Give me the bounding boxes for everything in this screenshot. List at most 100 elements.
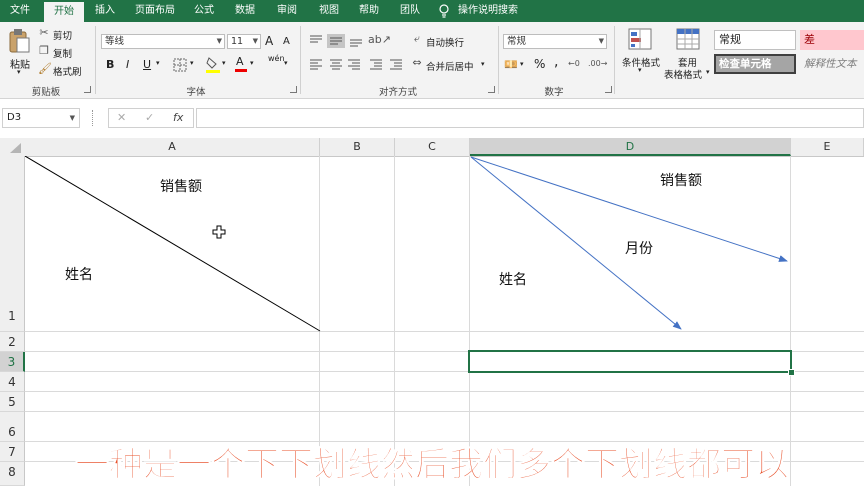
tab-page-layout[interactable]: 页面布局: [130, 0, 180, 22]
row-header-2[interactable]: 2: [0, 332, 25, 352]
tab-formulas[interactable]: 公式: [188, 0, 220, 22]
insert-function-icon[interactable]: fx: [173, 111, 183, 124]
number-launcher-icon[interactable]: [605, 86, 612, 93]
phonetic-button[interactable]: wén: [268, 54, 285, 63]
font-color-dropdown-icon[interactable]: ▾: [250, 59, 254, 67]
gridline: [25, 441, 864, 442]
ribbon-tab-bar: 文件 开始 插入 页面布局 公式 数据 审阅 视图 帮助 团队 操作说明搜索: [0, 0, 864, 22]
borders-icon[interactable]: [173, 58, 187, 72]
conditional-formatting-icon[interactable]: [628, 28, 654, 52]
name-box[interactable]: D3 ▼: [2, 108, 80, 128]
cell-d1-name-label: 姓名: [499, 272, 527, 288]
italic-button[interactable]: I: [126, 58, 129, 71]
tab-data[interactable]: 数据: [228, 0, 262, 22]
increase-decimal-icon[interactable]: ←0: [568, 59, 580, 68]
format-painter-button[interactable]: 格式刷: [53, 64, 82, 78]
fill-color-dropdown-icon[interactable]: ▾: [222, 59, 226, 67]
cell-d1-sales-label: 销售额: [660, 173, 702, 189]
paste-dropdown-icon[interactable]: ▾: [17, 68, 21, 76]
tab-team[interactable]: 团队: [393, 0, 427, 22]
orientation-icon[interactable]: ab↗: [368, 33, 391, 46]
alignment-group-label: 对齐方式: [378, 87, 417, 98]
underline-dropdown-icon[interactable]: ▾: [156, 59, 160, 67]
select-all-icon[interactable]: [8, 142, 22, 154]
bold-button[interactable]: B: [106, 58, 114, 71]
tab-file[interactable]: 文件: [4, 0, 36, 22]
copy-icon: ❐: [39, 44, 49, 57]
chevron-down-icon: ▼: [216, 37, 222, 45]
tab-review[interactable]: 审阅: [270, 0, 304, 22]
ribbon: 粘贴 ▾ ✂ 剪切 ❐ 复制 🖌 格式刷 剪贴板 等线 ▼ 11 ▼ A A B I…: [0, 22, 864, 99]
style-explanatory[interactable]: 解释性文本: [804, 55, 864, 73]
cell-d1-month-label: 月份: [625, 241, 653, 257]
tab-insert[interactable]: 插入: [88, 0, 122, 22]
video-subtitle: 一种是一个下下划线然后我们多个下划线都可以: [75, 445, 790, 486]
enter-icon[interactable]: ✓: [145, 111, 154, 124]
horizontal-align-icons[interactable]: [308, 58, 408, 72]
formula-buttons: ✕ ✓ fx: [108, 108, 194, 128]
format-as-table-icon[interactable]: [676, 28, 702, 52]
tab-home[interactable]: 开始: [44, 2, 84, 22]
clipboard-launcher-icon[interactable]: [84, 86, 91, 93]
table-format-dropdown-icon[interactable]: ▾: [706, 68, 710, 76]
font-name-select[interactable]: 等线 ▼: [101, 34, 225, 49]
column-header-c[interactable]: C: [395, 138, 470, 156]
selected-cell-d3[interactable]: [468, 350, 792, 373]
font-launcher-icon[interactable]: [290, 86, 297, 93]
style-bad[interactable]: 差: [800, 30, 864, 50]
font-name-value: 等线: [105, 36, 125, 47]
row-header-6[interactable]: 6: [0, 412, 25, 442]
row-header-5[interactable]: 5: [0, 392, 25, 412]
column-header-e[interactable]: E: [791, 138, 864, 156]
shrink-font-button[interactable]: A: [283, 36, 290, 47]
format-as-table-label-2[interactable]: 表格格式: [664, 67, 702, 81]
clipboard-group-label: 剪贴板: [31, 87, 61, 98]
merge-center-icon: ⇔: [412, 56, 422, 69]
column-header-a[interactable]: A: [25, 138, 320, 156]
merge-center-button[interactable]: 合并后居中: [426, 59, 474, 73]
font-size-select[interactable]: 11 ▼: [227, 34, 261, 49]
row-header-3[interactable]: 3: [0, 352, 25, 372]
cancel-icon[interactable]: ✕: [117, 111, 126, 124]
scissors-icon: ✂: [39, 26, 49, 39]
tab-help[interactable]: 帮助: [352, 0, 386, 22]
copy-button[interactable]: 复制: [53, 46, 72, 60]
comma-button[interactable]: ,: [554, 54, 558, 70]
style-normal[interactable]: 常规: [714, 30, 796, 50]
lightbulb-icon: [439, 4, 449, 18]
merge-dropdown-icon[interactable]: ▾: [481, 60, 485, 68]
font-color-button[interactable]: A: [236, 55, 244, 68]
formula-input[interactable]: [196, 108, 864, 128]
style-check-cell[interactable]: 检查单元格: [714, 54, 796, 74]
decrease-decimal-icon[interactable]: .00→: [588, 59, 607, 68]
percent-button[interactable]: %: [534, 57, 545, 71]
currency-icon[interactable]: 💴: [504, 58, 518, 72]
tab-view[interactable]: 视图: [312, 0, 346, 22]
fill-color-icon[interactable]: [206, 56, 220, 74]
column-header-bar: A B C D E: [0, 138, 864, 157]
row-header-1[interactable]: 1: [0, 156, 25, 332]
gridline: [25, 391, 864, 392]
conditional-dropdown-icon[interactable]: ▾: [638, 66, 642, 74]
borders-dropdown-icon[interactable]: ▾: [190, 59, 194, 67]
name-box-value: D3: [7, 112, 22, 123]
grow-font-button[interactable]: A: [265, 34, 273, 48]
number-group-label: 数字: [544, 87, 564, 98]
alignment-launcher-icon[interactable]: [488, 86, 495, 93]
cell-cursor-icon: [212, 225, 226, 239]
column-header-b[interactable]: B: [320, 138, 395, 156]
fill-handle[interactable]: [788, 369, 795, 376]
paste-icon[interactable]: [8, 28, 30, 54]
underline-button[interactable]: U: [143, 58, 151, 71]
number-format-select[interactable]: 常规 ▼: [503, 34, 607, 49]
cut-button[interactable]: 剪切: [53, 28, 72, 42]
format-painter-icon: 🖌: [38, 62, 52, 75]
number-format-value: 常规: [507, 36, 527, 47]
phonetic-dropdown-icon[interactable]: ▾: [284, 59, 288, 67]
tell-me-search[interactable]: 操作说明搜索: [458, 0, 528, 22]
column-header-d[interactable]: D: [470, 138, 791, 156]
row-header-4[interactable]: 4: [0, 372, 25, 392]
formula-bar-grip[interactable]: [92, 110, 95, 126]
wrap-text-button[interactable]: 自动换行: [426, 35, 464, 49]
currency-dropdown-icon[interactable]: ▾: [520, 60, 524, 68]
